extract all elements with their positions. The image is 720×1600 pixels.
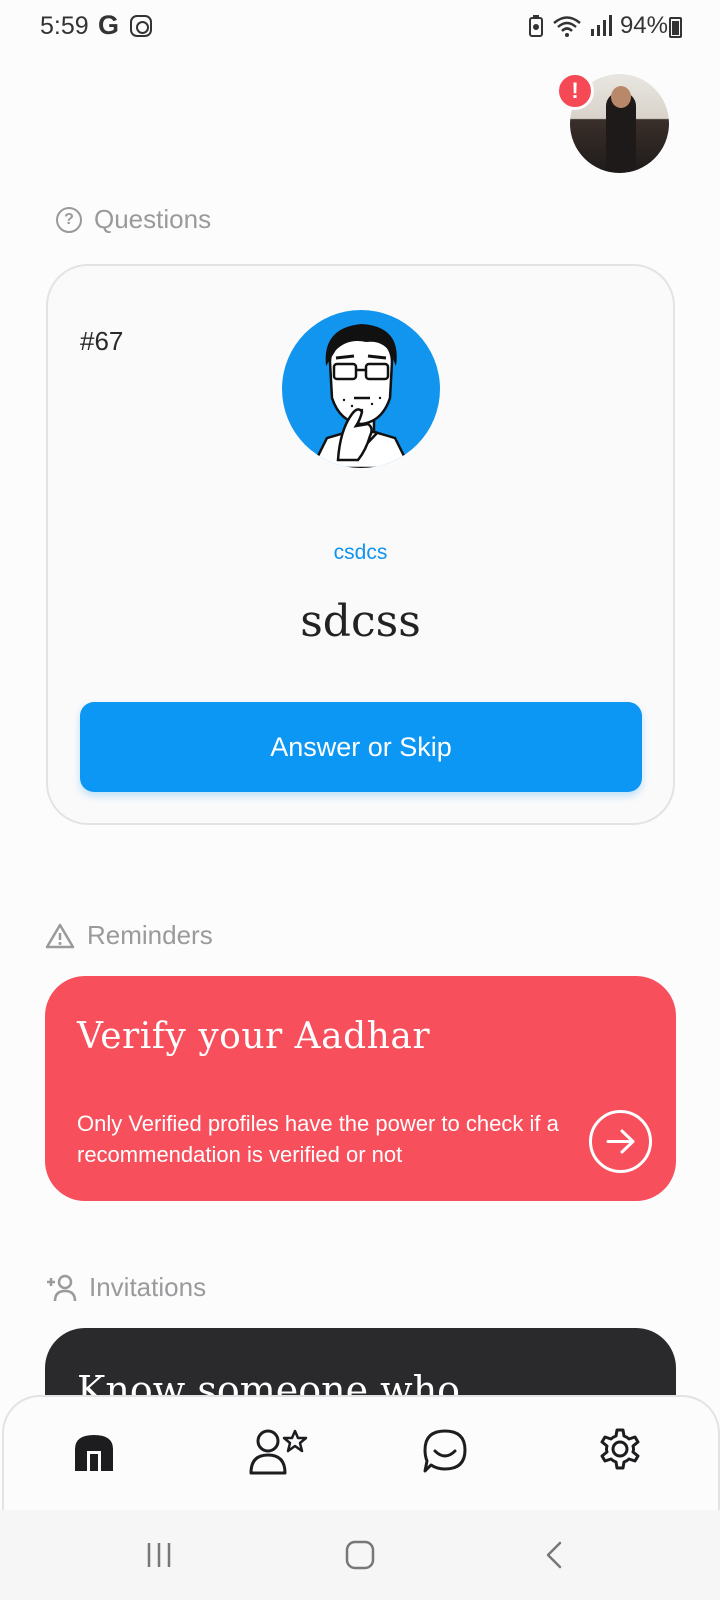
reminders-header: Reminders bbox=[45, 920, 213, 951]
nav-chat[interactable] bbox=[413, 1419, 477, 1483]
nav-home[interactable] bbox=[62, 1419, 126, 1483]
instagram-icon bbox=[130, 15, 152, 37]
back-icon bbox=[546, 1541, 562, 1569]
reminder-title: Verify your Aadhar bbox=[77, 1016, 431, 1057]
google-icon: G bbox=[98, 10, 120, 40]
verify-aadhar-card[interactable]: Verify your Aadhar Only Verified profile… bbox=[45, 976, 676, 1201]
avatar-face bbox=[611, 86, 631, 108]
reminders-header-label: Reminders bbox=[87, 920, 213, 950]
home-button[interactable] bbox=[335, 1530, 385, 1580]
questions-header-label: Questions bbox=[94, 204, 212, 234]
battery-icon bbox=[669, 17, 682, 38]
invitations-header: Invitations bbox=[45, 1272, 206, 1303]
recents-icon bbox=[147, 1543, 171, 1567]
invitations-header-label: Invitations bbox=[89, 1272, 207, 1302]
question-author[interactable]: csdcs bbox=[48, 541, 673, 565]
battery-saver-icon bbox=[528, 15, 543, 37]
gear-icon bbox=[600, 1428, 640, 1470]
chat-icon bbox=[423, 1429, 467, 1473]
battery-percent: 94% bbox=[619, 12, 668, 39]
signal-icon bbox=[590, 15, 612, 36]
back-button[interactable] bbox=[530, 1530, 580, 1580]
status-time: 5:59 bbox=[40, 12, 89, 40]
reminder-description: Only Verified profiles have the power to… bbox=[77, 1111, 559, 1167]
home-icon bbox=[75, 1435, 113, 1471]
bottom-navigation bbox=[2, 1395, 720, 1510]
home-square-icon bbox=[345, 1540, 375, 1570]
recents-button[interactable] bbox=[134, 1530, 184, 1580]
answer-or-skip-button[interactable]: Answer or Skip bbox=[80, 702, 642, 792]
add-user-icon bbox=[47, 1274, 77, 1301]
thinking-man-illustration bbox=[282, 310, 440, 468]
system-navigation-bar bbox=[0, 1510, 720, 1600]
status-bar: 5:59 G 94% bbox=[0, 0, 720, 56]
question-icon: ? bbox=[56, 206, 82, 233]
alert-badge: ! bbox=[556, 72, 594, 110]
arrow-right-icon[interactable] bbox=[589, 1110, 652, 1173]
questions-header: ? Questions bbox=[56, 204, 211, 235]
question-card: #67 csdcs sdcss Answer or Skip bbox=[46, 264, 675, 825]
warning-icon bbox=[45, 923, 75, 948]
wifi-icon bbox=[553, 16, 581, 37]
nav-recommendations[interactable] bbox=[247, 1419, 311, 1483]
question-text: sdcss bbox=[300, 596, 421, 647]
user-star-icon bbox=[249, 1429, 308, 1475]
question-number: #67 bbox=[80, 326, 124, 356]
nav-settings[interactable] bbox=[588, 1419, 652, 1483]
status-indicators: 94% bbox=[528, 12, 668, 40]
